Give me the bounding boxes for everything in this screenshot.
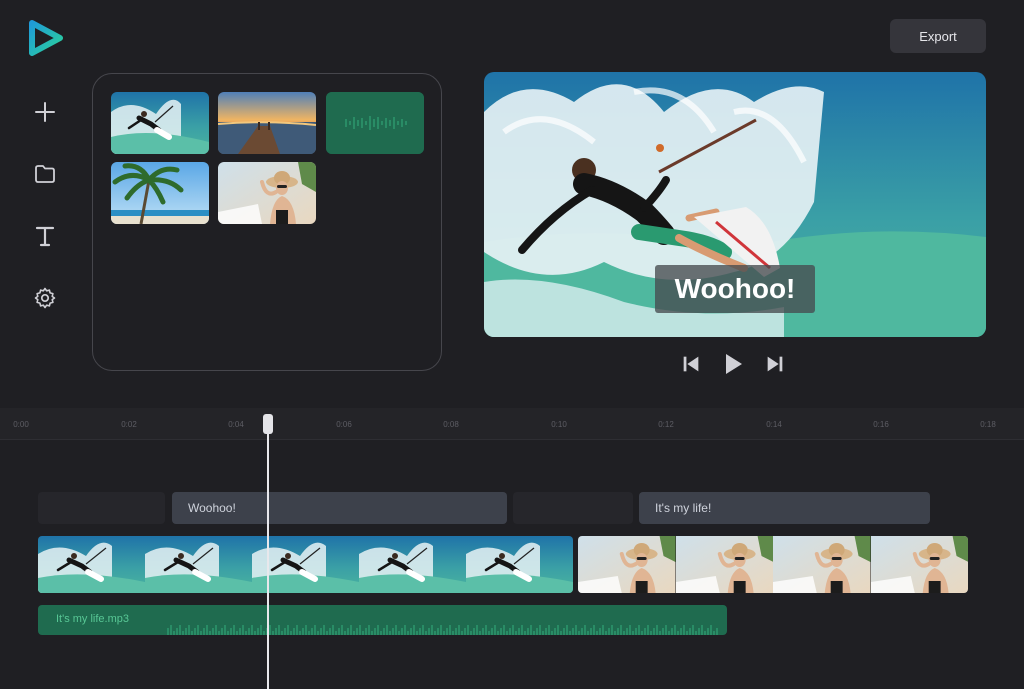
playhead-line xyxy=(267,434,269,689)
time-tick: 0:16 xyxy=(873,420,889,429)
media-item-woman-image[interactable] xyxy=(218,162,316,224)
folder-icon xyxy=(35,165,55,183)
play-icon xyxy=(726,354,742,374)
media-item-pier-image[interactable] xyxy=(218,92,316,154)
video-frame xyxy=(675,536,773,593)
time-tick: 0:10 xyxy=(551,420,567,429)
video-frame xyxy=(870,536,968,593)
video-clip-kitesurf[interactable] xyxy=(38,536,573,593)
audio-clip[interactable]: It's my life.mp3 xyxy=(38,605,727,635)
plus-icon xyxy=(35,102,55,122)
export-button[interactable]: Export xyxy=(890,19,986,53)
preview-caption[interactable]: Woohoo! xyxy=(655,265,815,313)
text-clip-its-my-life[interactable]: It's my life! xyxy=(639,492,930,524)
video-frame xyxy=(773,536,871,593)
video-frame xyxy=(466,536,573,593)
text-track-empty xyxy=(38,492,165,524)
media-item-kitesurf-video[interactable] xyxy=(111,92,209,154)
playhead-handle[interactable] xyxy=(263,414,273,434)
time-tick: 0:14 xyxy=(766,420,782,429)
skip-back-button[interactable] xyxy=(679,352,703,376)
video-frame xyxy=(359,536,466,593)
video-clip-woman[interactable] xyxy=(578,536,968,593)
video-frame xyxy=(145,536,252,593)
time-tick: 0:04 xyxy=(228,420,244,429)
media-item-audio[interactable] xyxy=(326,92,424,154)
audio-waveform xyxy=(167,625,718,635)
media-item-palm-image[interactable] xyxy=(111,162,209,224)
add-tool-button[interactable] xyxy=(28,95,62,129)
time-tick: 0:18 xyxy=(980,420,996,429)
audio-clip-label: It's my life.mp3 xyxy=(56,613,130,625)
video-frame xyxy=(38,536,145,593)
time-tick: 0:12 xyxy=(658,420,674,429)
gear-icon xyxy=(34,287,56,309)
time-tick: 0:06 xyxy=(336,420,352,429)
time-tick: 0:00 xyxy=(13,420,29,429)
skip-forward-icon xyxy=(767,356,783,372)
video-frame xyxy=(578,536,676,593)
text-track-empty xyxy=(513,492,633,524)
text-tool-button[interactable] xyxy=(28,219,62,253)
skip-forward-button[interactable] xyxy=(763,352,787,376)
media-tool-button[interactable] xyxy=(28,157,62,191)
skip-back-icon xyxy=(683,356,699,372)
text-clip-woohoo[interactable]: Woohoo! xyxy=(172,492,507,524)
timeline-ruler[interactable]: 0:00 0:02 0:04 0:06 0:08 0:10 0:12 0:14 … xyxy=(0,408,1024,440)
app-logo-icon[interactable] xyxy=(28,20,64,56)
time-tick: 0:02 xyxy=(121,420,137,429)
text-icon xyxy=(35,226,55,247)
settings-tool-button[interactable] xyxy=(28,281,62,315)
play-button[interactable] xyxy=(721,352,745,376)
time-tick: 0:08 xyxy=(443,420,459,429)
